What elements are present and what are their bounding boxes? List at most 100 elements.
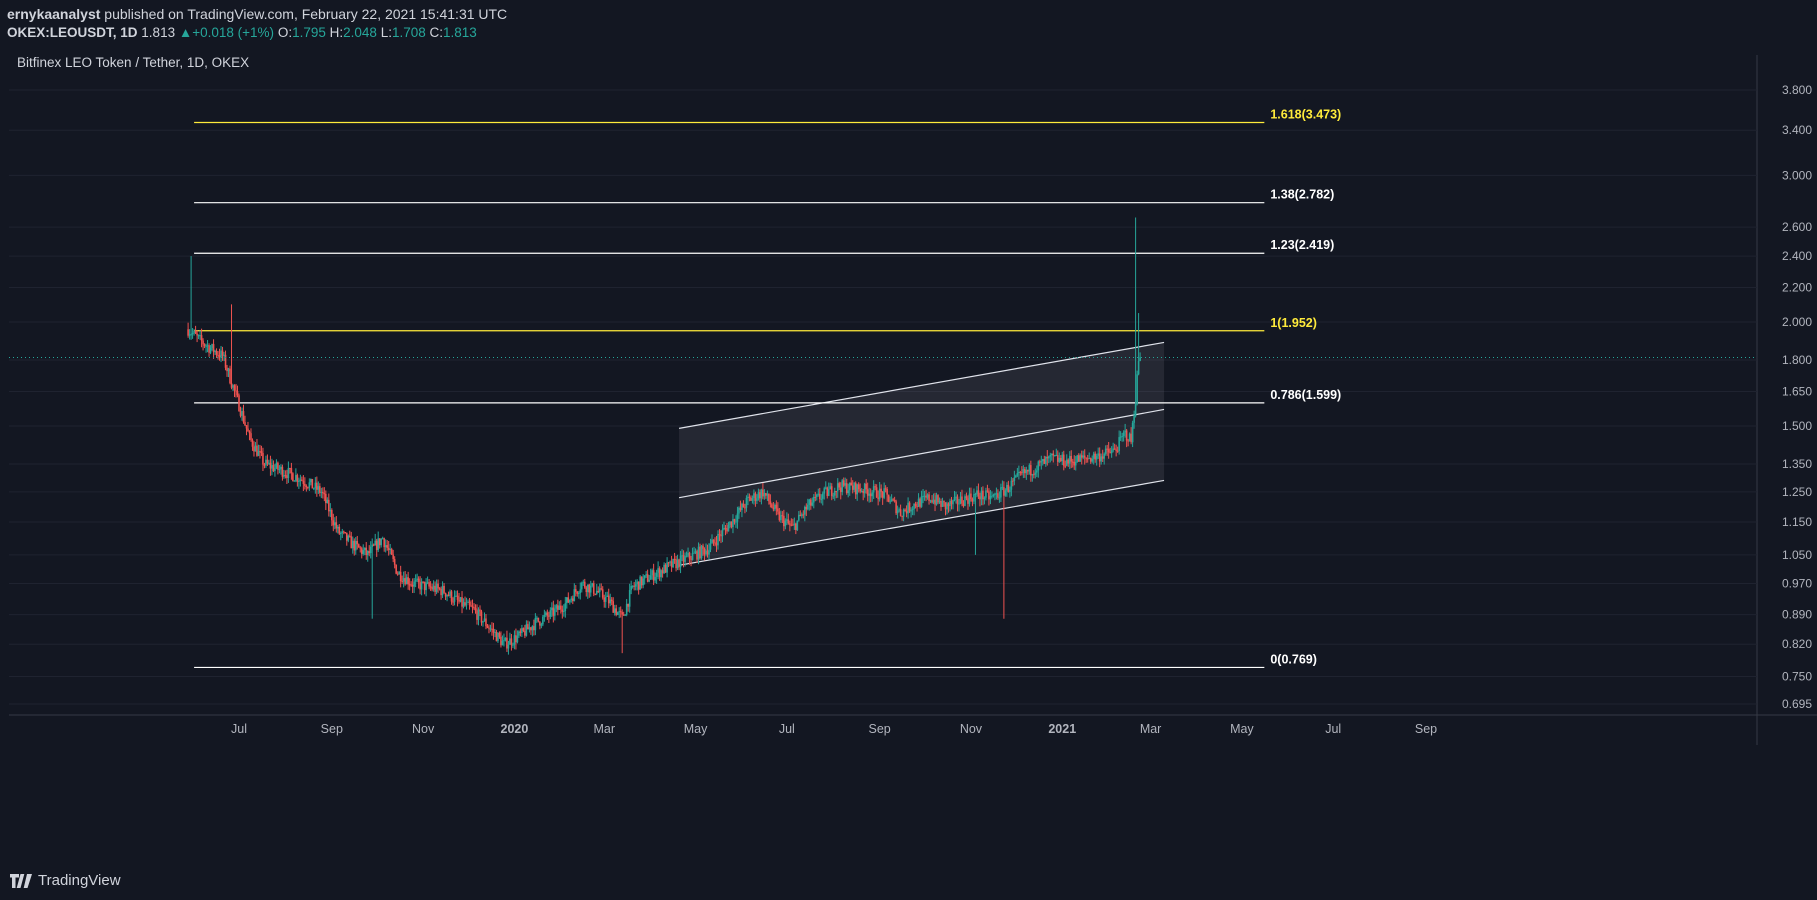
candle-body — [341, 531, 344, 534]
candle-body — [236, 391, 239, 396]
candle-body — [860, 490, 863, 492]
candle-body — [777, 508, 779, 512]
candle-body — [218, 355, 221, 358]
candle-body — [607, 595, 610, 604]
candle-body — [979, 496, 981, 500]
candle-body — [1047, 456, 1050, 459]
candle-body — [694, 551, 697, 553]
price-tick-label: 3.400 — [1782, 123, 1812, 137]
candle-body — [389, 549, 391, 551]
candle-body — [399, 571, 402, 582]
candle-body — [795, 523, 797, 531]
candle-body — [1068, 455, 1071, 464]
candle-body — [759, 492, 761, 499]
candle-body — [974, 494, 977, 496]
candle-body — [290, 468, 293, 474]
candle-body — [950, 500, 953, 505]
candle-body — [1098, 453, 1101, 462]
price-tick-label: 2.200 — [1782, 281, 1812, 295]
candle-body — [278, 469, 281, 471]
candle-body — [450, 591, 453, 602]
candle-body — [712, 539, 715, 543]
candle-body — [359, 547, 362, 549]
candle-body — [1019, 471, 1022, 473]
candle-body — [856, 484, 858, 495]
candle-body — [604, 596, 607, 602]
price-chart[interactable]: 3.800 3.400 3.000 2.600 2.400 2.200 2.000 1.800… — [9, 55, 1817, 870]
candle-body — [235, 390, 237, 392]
candle-body — [844, 483, 847, 486]
candle-body — [434, 585, 436, 592]
candle-body — [263, 464, 266, 466]
symbol-name[interactable]: OKEX:LEOUSDT, 1D — [7, 25, 138, 40]
candle-body — [699, 546, 701, 559]
candle-body — [554, 608, 556, 616]
candle-body — [293, 480, 296, 482]
time-tick-label: Jul — [779, 722, 795, 736]
candle-body — [642, 578, 644, 586]
candle-body — [444, 592, 447, 597]
candle-body — [721, 529, 724, 537]
candle-body — [269, 462, 272, 469]
candle-body — [619, 611, 622, 613]
candle-body — [560, 605, 562, 610]
candle-body — [295, 475, 297, 481]
candle-body — [1094, 453, 1096, 460]
candle-body — [802, 514, 805, 516]
candle-body — [774, 504, 776, 510]
candle-body — [808, 499, 811, 505]
candle-body — [524, 630, 526, 636]
candle-body — [691, 553, 694, 560]
candle-body — [1022, 469, 1025, 473]
candle-body — [229, 368, 231, 384]
candle-body — [1016, 473, 1019, 476]
candle-body — [569, 599, 571, 603]
candle-body — [727, 525, 730, 532]
candle-body — [1043, 459, 1046, 464]
candle-body — [468, 601, 471, 606]
candle-body — [558, 605, 561, 610]
candle-body — [539, 621, 541, 626]
price-tick-label: 0.695 — [1782, 697, 1812, 711]
candle-body — [348, 535, 351, 537]
price-tick-label: 0.750 — [1782, 669, 1812, 683]
candle-body — [874, 486, 876, 488]
candle-body — [768, 493, 770, 502]
chart-header: ernykaanalyst published on TradingView.c… — [0, 0, 1817, 46]
candle-body — [790, 524, 793, 526]
candle-body — [884, 488, 887, 490]
candle-body — [326, 499, 329, 504]
candle-body — [262, 453, 264, 465]
candle-body — [817, 493, 820, 495]
candle-body — [369, 546, 372, 554]
candle-body — [899, 509, 902, 516]
candle-body — [411, 584, 414, 587]
candle-body — [528, 627, 531, 630]
author-name[interactable]: ernykaanalyst — [7, 6, 100, 22]
candle-body — [377, 538, 380, 551]
chart-area[interactable]: 3.800 3.400 3.000 2.600 2.400 2.200 2.000 1.800… — [9, 55, 1817, 870]
candle-body — [510, 638, 513, 646]
candle-body — [561, 609, 564, 612]
candle-body — [880, 488, 882, 492]
candle-body — [823, 488, 826, 494]
candle-body — [576, 591, 579, 594]
candle-body — [838, 483, 841, 488]
candle-body — [661, 570, 664, 574]
fib-level-label: 0(0.769) — [1270, 652, 1317, 666]
tradingview-logo[interactable]: TradingView — [10, 872, 121, 889]
candle-body — [807, 504, 809, 510]
candle-body — [281, 466, 284, 477]
candle-body — [859, 489, 861, 492]
candle-body — [1103, 453, 1105, 459]
candle-body — [230, 383, 233, 388]
candle-body — [639, 576, 641, 590]
candle-body — [973, 494, 975, 502]
candle-body — [274, 467, 276, 472]
candle-body — [958, 503, 960, 505]
candle-body — [292, 473, 294, 482]
candle-body — [804, 506, 806, 515]
candle-body — [836, 483, 839, 492]
candle-body — [624, 614, 626, 616]
candle-body — [633, 585, 635, 587]
